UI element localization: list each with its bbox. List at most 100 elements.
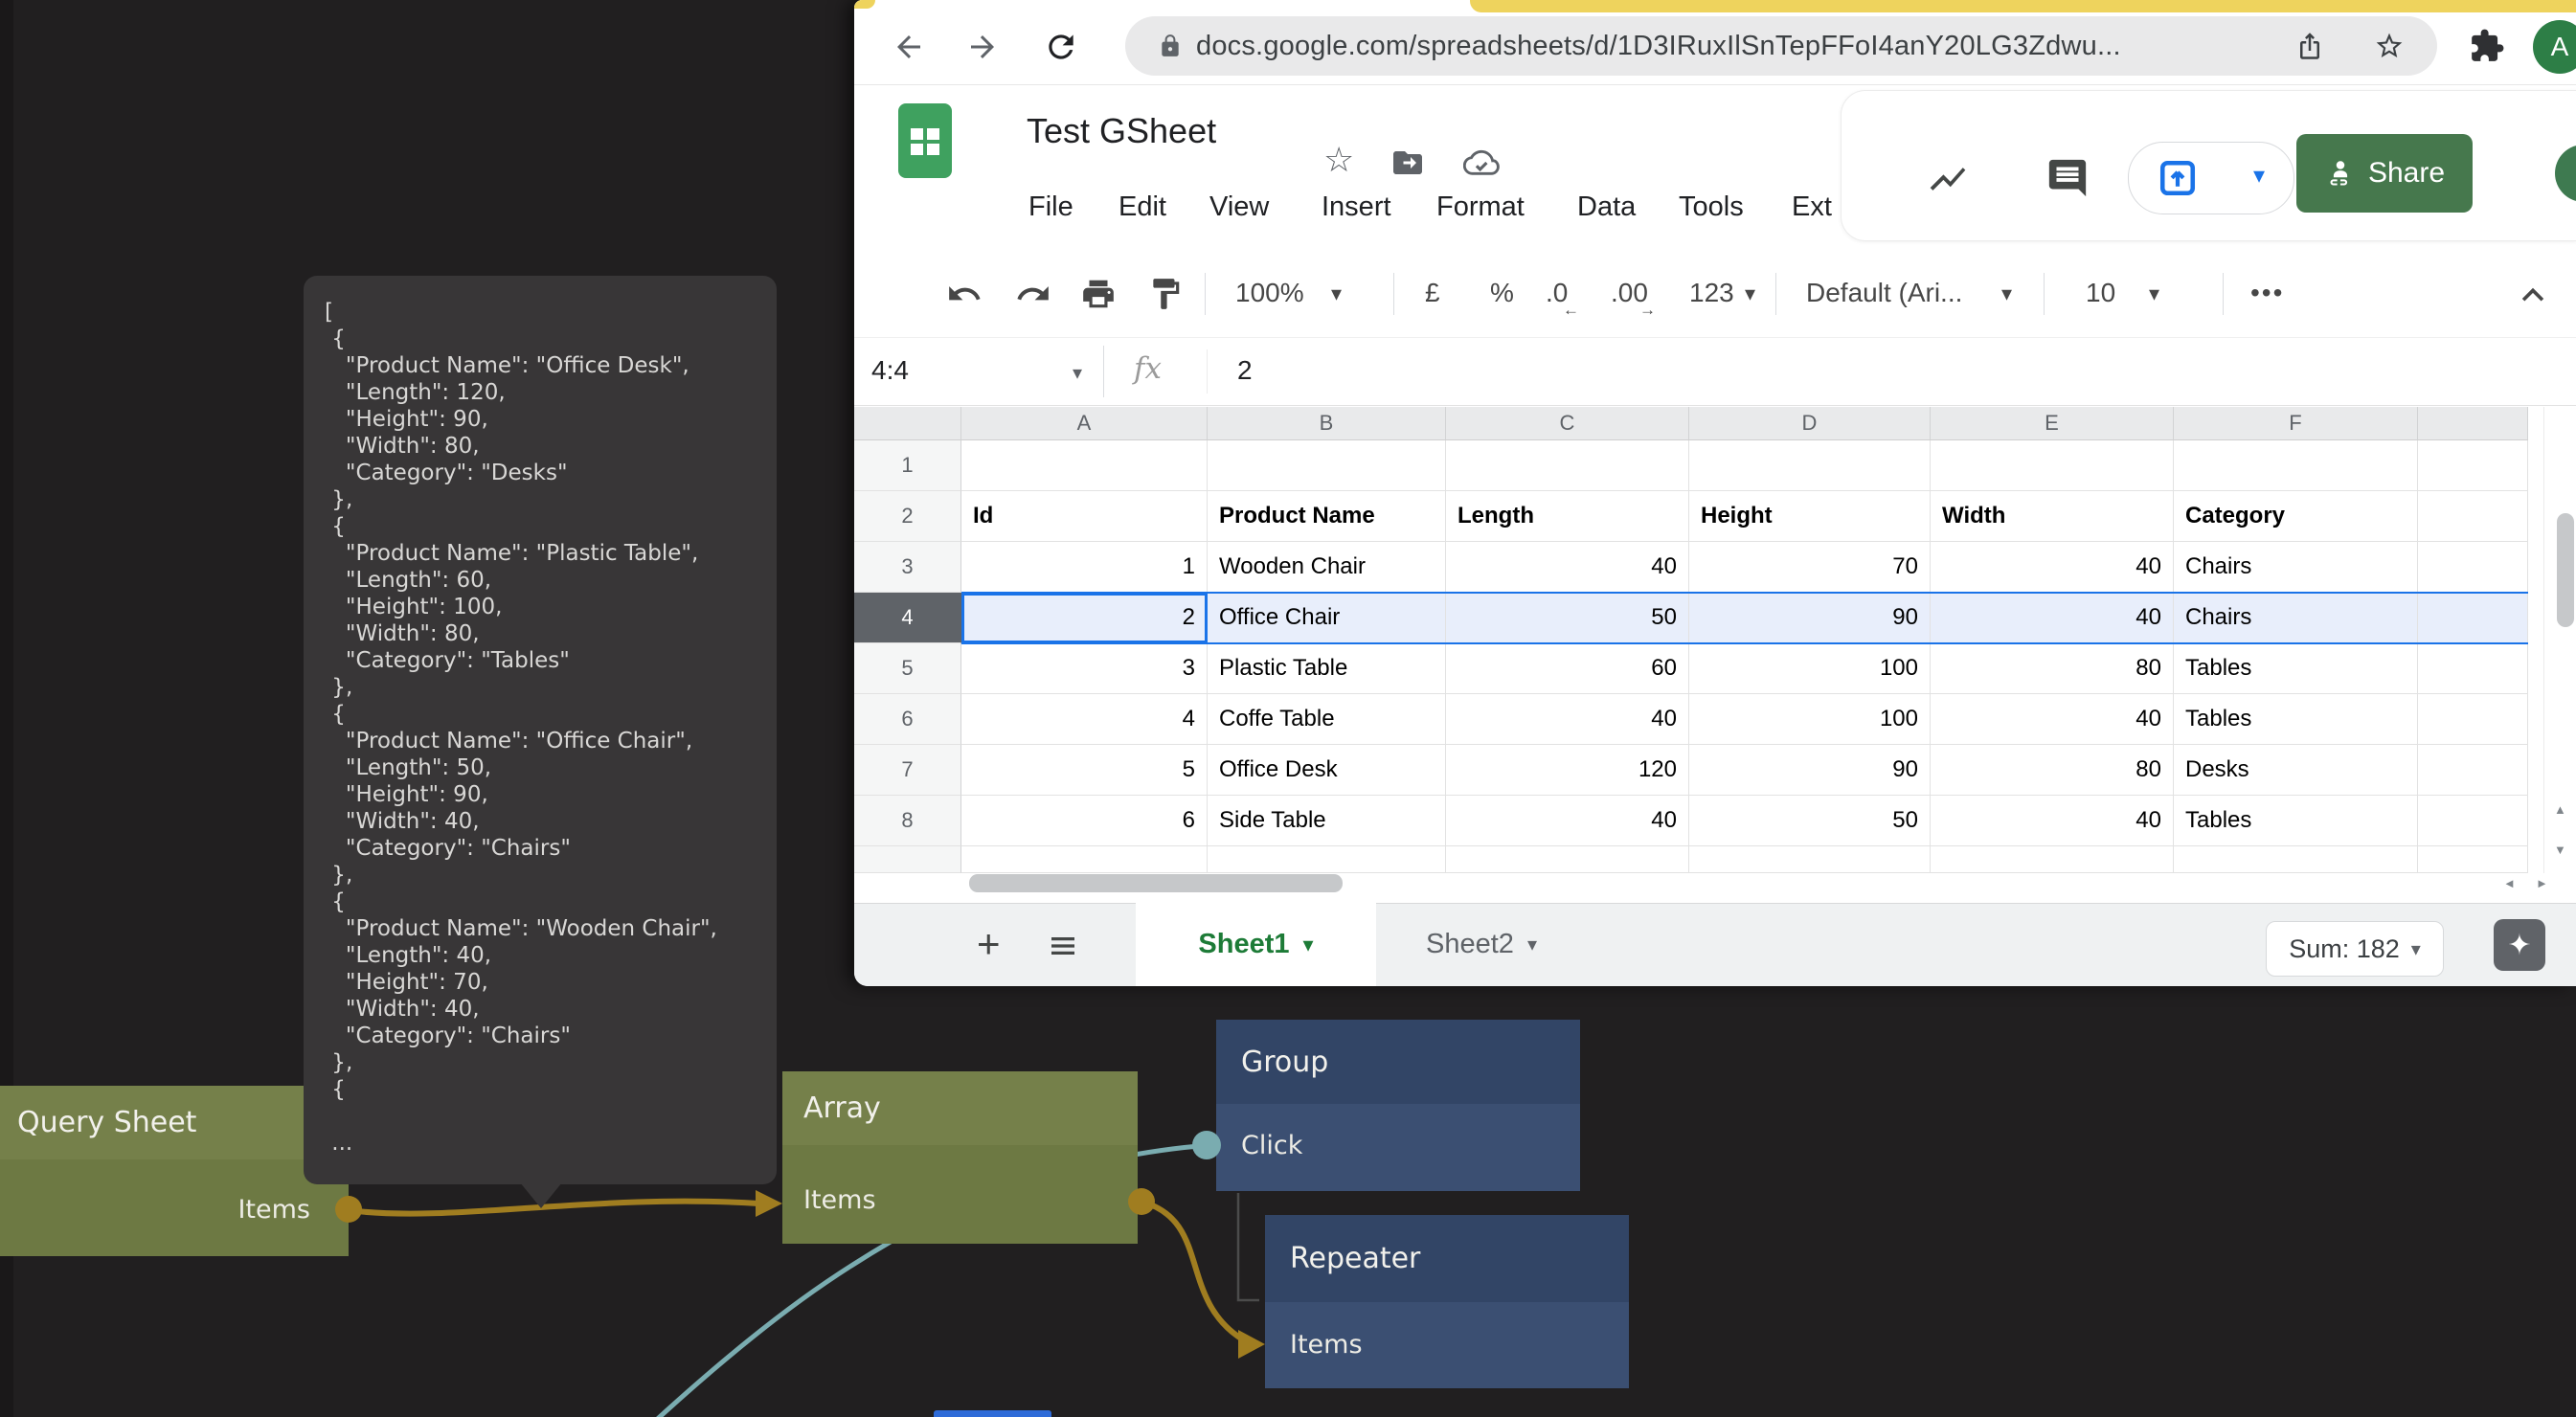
cell[interactable]: Chairs [2174, 542, 2418, 593]
port-label-items-out[interactable]: Items [237, 1195, 310, 1225]
zoom-caret-icon[interactable]: ▾ [1331, 281, 1342, 306]
font-caret-icon[interactable]: ▾ [2001, 281, 2012, 306]
cell[interactable]: Wooden Chair [1208, 542, 1446, 593]
present-button[interactable]: ▾ [2128, 142, 2294, 214]
cell[interactable]: Side Table [1208, 796, 1446, 846]
add-sheet-button[interactable]: + [977, 921, 1001, 967]
cell[interactable]: Coffe Table [1208, 694, 1446, 745]
share-button[interactable]: Share [2296, 134, 2473, 213]
cell[interactable]: 40 [1931, 542, 2174, 593]
formula-input[interactable]: 2 [1237, 355, 1253, 386]
cell[interactable]: Office Chair [1208, 593, 1446, 643]
undo-icon[interactable] [946, 276, 983, 312]
grid-corner[interactable] [854, 407, 961, 440]
cell[interactable]: 40 [1446, 694, 1689, 745]
menu-item-format[interactable]: Format [1436, 191, 1525, 223]
name-box-caret-icon[interactable]: ▾ [1073, 361, 1082, 385]
insights-icon[interactable] [1927, 158, 1969, 200]
cell[interactable] [2418, 542, 2528, 593]
vertical-scroll-thumb[interactable] [2557, 513, 2574, 627]
forward-icon[interactable] [965, 30, 1000, 64]
cell[interactable] [1689, 846, 1931, 873]
name-box[interactable]: 4:4 [871, 355, 909, 386]
menu-item-data[interactable]: Data [1577, 191, 1636, 223]
menu-item-ext[interactable]: Ext [1792, 191, 1832, 223]
cell[interactable] [1446, 846, 1689, 873]
cell[interactable] [1689, 440, 1931, 491]
row-header-4[interactable]: 4 [854, 593, 961, 643]
column-header-B[interactable]: B [1208, 407, 1446, 440]
reload-icon[interactable] [1043, 29, 1079, 65]
cell[interactable] [2418, 846, 2528, 873]
menu-item-edit[interactable]: Edit [1119, 191, 1166, 223]
cell[interactable]: Id [961, 491, 1208, 542]
cell[interactable]: Product Name [1208, 491, 1446, 542]
cell[interactable] [2418, 440, 2528, 491]
row-header-partial[interactable] [854, 846, 961, 873]
more-formats-button[interactable]: 123 [1689, 278, 1734, 308]
horizontal-scroll-thumb[interactable] [969, 874, 1343, 892]
cell[interactable]: 90 [1689, 593, 1931, 643]
cell[interactable] [1208, 440, 1446, 491]
cell[interactable]: 100 [1689, 694, 1931, 745]
cell[interactable]: 100 [1689, 643, 1931, 694]
move-folder-icon[interactable] [1390, 146, 1425, 180]
cell[interactable] [2174, 846, 2418, 873]
cell[interactable]: Height [1689, 491, 1931, 542]
cell[interactable]: 120 [1446, 745, 1689, 796]
print-icon[interactable] [1080, 276, 1117, 312]
cell[interactable] [1931, 440, 2174, 491]
cell[interactable]: Tables [2174, 694, 2418, 745]
cell[interactable]: Width [1931, 491, 2174, 542]
cell[interactable]: 40 [1446, 796, 1689, 846]
cell[interactable] [961, 846, 1208, 873]
font-size-caret-icon[interactable]: ▾ [2149, 281, 2159, 306]
port-label-items-in[interactable]: Items [803, 1185, 876, 1215]
menu-item-insert[interactable]: Insert [1322, 191, 1391, 223]
cell[interactable] [2418, 745, 2528, 796]
cell[interactable]: 60 [1446, 643, 1689, 694]
redo-icon[interactable] [1015, 276, 1051, 312]
cell[interactable] [1208, 846, 1446, 873]
back-icon[interactable] [892, 30, 926, 64]
share-page-icon[interactable] [2295, 32, 2324, 60]
browser-avatar[interactable]: A [2533, 20, 2576, 74]
cell[interactable]: Tables [2174, 643, 2418, 694]
column-header-D[interactable]: D [1689, 407, 1931, 440]
cell[interactable]: 3 [961, 643, 1208, 694]
cell[interactable]: 40 [1446, 542, 1689, 593]
all-sheets-menu-icon[interactable] [1046, 929, 1080, 963]
toolbar-overflow-button[interactable]: ••• [2250, 278, 2284, 308]
cell[interactable] [2418, 643, 2528, 694]
bookmark-star-icon[interactable] [2374, 31, 2405, 61]
cell[interactable]: Plastic Table [1208, 643, 1446, 694]
cell[interactable]: 80 [1931, 745, 2174, 796]
node-array[interactable]: Array Items [782, 1071, 1138, 1244]
url-bar[interactable]: docs.google.com/spreadsheets/d/1D3IRuxIl… [1125, 16, 2437, 76]
collapse-toolbar-icon[interactable] [2517, 280, 2549, 312]
port-label-click[interactable]: Click [1241, 1131, 1302, 1160]
sheet2-caret-icon[interactable]: ▾ [1527, 933, 1537, 956]
cell[interactable]: 1 [961, 542, 1208, 593]
row-header-6[interactable]: 6 [854, 694, 961, 745]
cell[interactable]: Length [1446, 491, 1689, 542]
currency-format-button[interactable]: £ [1425, 278, 1440, 308]
cell[interactable]: Tables [2174, 796, 2418, 846]
explore-sparkle-button[interactable]: ✦ [2494, 919, 2545, 971]
row-header-7[interactable]: 7 [854, 745, 961, 796]
scroll-left-icon[interactable]: ◄ [2503, 876, 2516, 890]
cell[interactable]: 70 [1689, 542, 1931, 593]
cell[interactable] [2418, 694, 2528, 745]
cell[interactable]: Chairs [2174, 593, 2418, 643]
column-header-E[interactable]: E [1931, 407, 2174, 440]
cell[interactable]: 5 [961, 745, 1208, 796]
cell[interactable]: Desks [2174, 745, 2418, 796]
cell[interactable]: Category [2174, 491, 2418, 542]
scroll-right-icon[interactable]: ► [2536, 876, 2548, 890]
cell[interactable]: 40 [1931, 593, 2174, 643]
scroll-up-icon[interactable]: ▲ [2554, 802, 2566, 817]
column-header-C[interactable]: C [1446, 407, 1689, 440]
sum-status-box[interactable]: Sum: 182 ▾ [2266, 921, 2444, 977]
node-query-sheet[interactable]: Query Sheet Items [0, 1086, 349, 1256]
extensions-puzzle-icon[interactable] [2469, 28, 2505, 64]
